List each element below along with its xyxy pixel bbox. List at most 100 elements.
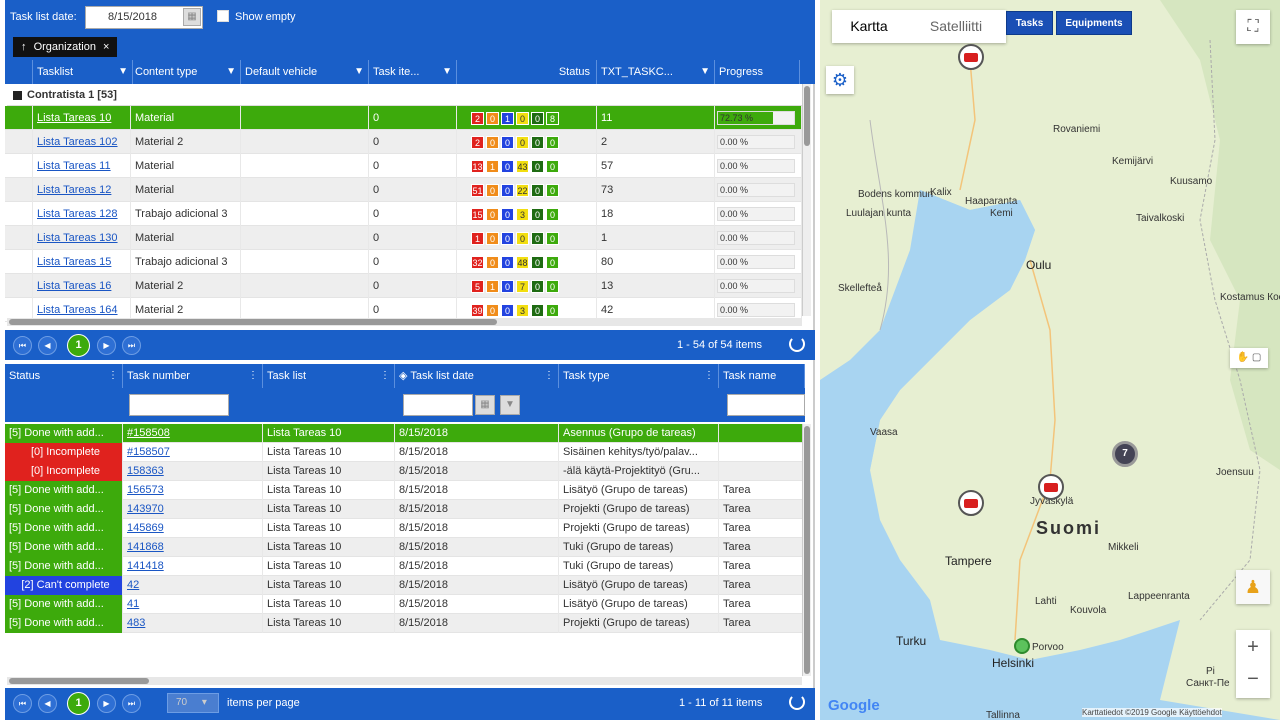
task-number-link[interactable]: 143970 [127,503,164,515]
first-page-button[interactable]: ⏮ [13,336,32,355]
task-number-link[interactable]: 141418 [127,560,164,572]
column-menu-icon[interactable]: ⋮ [248,364,258,388]
task-number-link[interactable]: 483 [127,617,145,629]
column-header[interactable]: Task name [719,364,805,388]
task-row[interactable]: [5] Done with add... 141418 Lista Tareas 1… [5,557,805,576]
prev-page-button[interactable]: ◀ [38,336,57,355]
task-row[interactable]: [5] Done with add... 156573 Lista Tareas 1… [5,481,805,500]
tab-satellite[interactable]: Satelliitti [906,10,1006,43]
last-page-button[interactable]: ⏭ [122,336,141,355]
filter-icon[interactable]: ▼ [700,60,710,84]
task-number-link[interactable]: 158363 [127,465,164,477]
next-page-button[interactable]: ▶ [97,336,116,355]
calendar-icon[interactable]: ▦ [475,395,495,415]
cell-num[interactable]: #158508 [123,424,263,443]
column-header[interactable]: Default vehicle ▼ [241,60,369,84]
task-row[interactable]: [5] Done with add... 483 Lista Tareas 10 8/… [5,614,805,633]
tasklist-link[interactable]: Lista Tareas 12 [37,184,111,196]
group-chip-organization[interactable]: ↑ Organization × [13,37,118,57]
horizontal-scrollbar[interactable] [7,677,802,685]
map-view[interactable]: Kartta Satelliitti Tasks Equipments ⛶ ⚙ … [820,0,1280,720]
filter-icon[interactable]: ▼ [354,60,364,84]
task-number-link[interactable]: #158508 [127,427,170,439]
column-menu-icon[interactable]: ⋮ [704,364,714,388]
cell-tasklist[interactable]: Lista Tareas 15 [33,250,131,274]
task-number-link[interactable]: #158507 [127,446,170,458]
cell-tasklist[interactable]: Lista Tareas 10 [33,106,131,130]
cell-num[interactable]: 141868 [123,538,263,557]
column-header[interactable]: Status [457,60,597,84]
column-menu-icon[interactable]: ⋮ [544,364,554,388]
cell-num[interactable]: 158363 [123,462,263,481]
truck-marker[interactable] [958,44,984,70]
current-page-button[interactable]: 1 [67,692,90,715]
collapse-icon[interactable] [13,90,22,100]
tasklist-row[interactable]: Lista Tareas 102 Material 2 0 2 0 0 0 0 0 2 0.00 % [5,130,802,154]
tasks-button[interactable]: Tasks [1006,11,1053,35]
task-row[interactable]: [0] Incomplete #158507 Lista Tareas 10 8/15… [5,443,805,462]
task-row[interactable]: [5] Done with add... 143970 Lista Tareas 1… [5,500,805,519]
refresh-icon[interactable] [789,694,805,710]
cell-num[interactable]: 143970 [123,500,263,519]
tasklist-link[interactable]: Lista Tareas 16 [37,280,111,292]
vertical-scrollbar[interactable] [802,424,811,676]
task-number-link[interactable]: 42 [127,579,139,591]
task-number-link[interactable]: 141868 [127,541,164,553]
truck-marker[interactable] [958,490,984,516]
cell-num[interactable]: #158507 [123,443,263,462]
tasklist-link[interactable]: Lista Tareas 130 [37,232,118,244]
calendar-icon[interactable]: ▦ [183,8,201,26]
tab-map[interactable]: Kartta [832,10,906,43]
zoom-out-button[interactable]: − [1236,664,1270,698]
cell-num[interactable]: 41 [123,595,263,614]
refresh-icon[interactable] [789,336,805,352]
tasklist-row[interactable]: Lista Tareas 11 Material 0 13 1 0 43 0 0 57 0.00 % [5,154,802,178]
location-marker[interactable] [1014,638,1030,654]
cell-num[interactable]: 42 [123,576,263,595]
column-header[interactable]: Task ite... ▼ [369,60,457,84]
equipments-button[interactable]: Equipments [1056,11,1132,35]
task-row[interactable]: [5] Done with add... #158508 Lista Tareas … [5,424,805,443]
tasklist-link[interactable]: Lista Tareas 102 [37,136,118,148]
task-row[interactable]: [5] Done with add... 141868 Lista Tareas 1… [5,538,805,557]
column-header[interactable]: Content type ▼ [131,60,241,84]
column-menu-icon[interactable]: ⋮ [380,364,390,388]
tasklist-link[interactable]: Lista Tareas 15 [37,256,111,268]
current-page-button[interactable]: 1 [67,334,90,357]
cell-tasklist[interactable]: Lista Tareas 16 [33,274,131,298]
task-number-link[interactable]: 41 [127,598,139,610]
cell-num[interactable]: 141418 [123,557,263,576]
task-row[interactable]: [0] Incomplete 158363 Lista Tareas 10 8/15/… [5,462,805,481]
task-number-link[interactable]: 156573 [127,484,164,496]
page-size-select[interactable]: 70 ▾ [167,693,219,713]
tasklist-row[interactable]: Lista Tareas 128 Trabajo adicional 3 0 15 0 0… [5,202,802,226]
filter-icon[interactable]: ▼ [500,395,520,415]
task-number-link[interactable]: 145869 [127,522,164,534]
tasklist-link[interactable]: Lista Tareas 164 [37,304,118,316]
map-tools[interactable]: ✋ ▢ [1230,348,1268,368]
cell-num[interactable]: 156573 [123,481,263,500]
cell-tasklist[interactable]: Lista Tareas 11 [33,154,131,178]
cell-tasklist[interactable]: Lista Tareas 130 [33,226,131,250]
filter-icon[interactable]: ▼ [226,60,236,84]
tasklist-row[interactable]: Lista Tareas 15 Trabajo adicional 3 0 32 0 0 4… [5,250,802,274]
column-header[interactable]: Task type ⋮ [559,364,719,388]
column-header[interactable]: Progress [715,60,800,84]
column-header[interactable]: Tasklist ▼ [33,60,133,84]
cell-tasklist[interactable]: Lista Tareas 102 [33,130,131,154]
zoom-in-button[interactable]: + [1236,630,1270,664]
task-name-filter[interactable] [727,394,805,416]
horizontal-scrollbar[interactable] [7,318,802,326]
tasklist-row[interactable]: Lista Tareas 12 Material 0 51 0 0 22 0 0 73 0.00 % [5,178,802,202]
vertical-scrollbar[interactable] [802,84,811,316]
cluster-marker[interactable]: 7 [1112,441,1138,467]
tasklist-link[interactable]: Lista Tareas 11 [37,160,111,172]
filter-icon[interactable]: ▼ [442,60,452,84]
tasklist-row[interactable]: Lista Tareas 130 Material 0 1 0 0 0 0 0 1 0.00 % [5,226,802,250]
cell-tasklist[interactable]: Lista Tareas 128 [33,202,131,226]
tasklist-link[interactable]: Lista Tareas 128 [37,208,118,220]
task-date-filter[interactable] [403,394,473,416]
column-header[interactable]: Task number ⋮ [123,364,263,388]
fullscreen-icon[interactable]: ⛶ [1236,10,1270,44]
close-icon[interactable]: × [103,41,109,53]
